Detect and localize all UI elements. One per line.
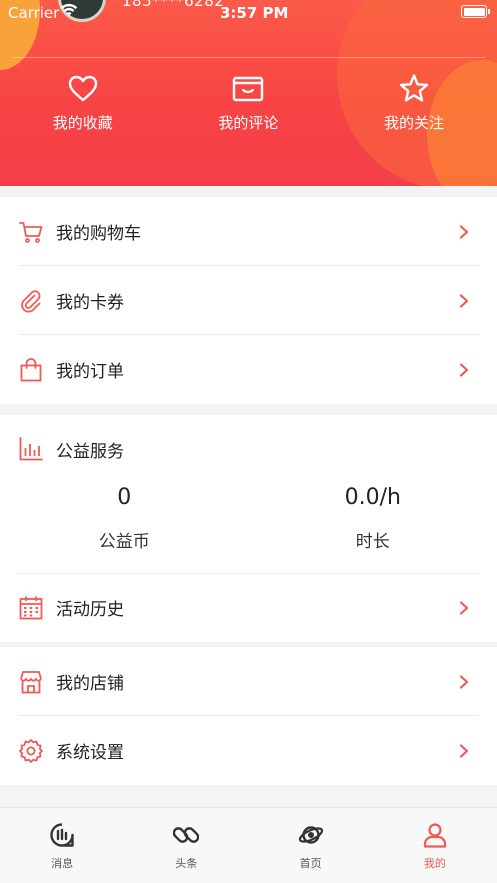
profile-header: Carrier 185****6282 3:57 PM 我的收藏 我的评论 我的… (0, 0, 497, 186)
welfare-stats: 0 公益币 0.0/h 时长 (0, 483, 497, 573)
phone-number: 185****6282 (122, 0, 225, 10)
coin-label: 公益币 (98, 532, 150, 552)
comments-label: 我的评论 (218, 114, 279, 132)
tab-messages[interactable]: 消息 (0, 808, 124, 883)
coin-value: 0 (117, 485, 132, 510)
gear-icon (18, 738, 44, 764)
welfare-title: 公益服务 (56, 441, 124, 462)
chevron-right-icon (459, 293, 469, 308)
link-icon (173, 827, 200, 843)
row-divider (18, 573, 479, 574)
profile-screen: Carrier 185****6282 3:57 PM 我的收藏 我的评论 我的… (0, 0, 497, 883)
chevron-right-icon (459, 600, 469, 615)
tab-profile[interactable]: 我的 (373, 808, 497, 883)
quick-actions: 我的收藏 我的评论 我的关注 (0, 72, 497, 142)
header-divider (12, 57, 485, 58)
tab-label: 消息 (51, 857, 74, 870)
menu-card-settings: 我的店铺 系统设置 (0, 647, 497, 785)
bar-chart-icon (18, 436, 44, 462)
welfare-header: 公益服务 (0, 415, 497, 483)
comment-box-icon (233, 76, 264, 102)
following-button[interactable]: 我的关注 (331, 72, 497, 142)
chevron-right-icon (459, 674, 469, 689)
menu-item-label: 活动历史 (56, 600, 124, 620)
coin-stat[interactable]: 0 公益币 (0, 483, 249, 573)
menu-item-label: 我的店铺 (56, 674, 124, 694)
planet-icon (298, 826, 323, 844)
menu-item-label: 我的订单 (56, 362, 124, 382)
menu-item-label: 系统设置 (56, 743, 124, 763)
shopping-bag-icon (18, 357, 44, 383)
chevron-right-icon (459, 743, 469, 758)
welfare-card: 公益服务 0 公益币 0.0/h 时长 活动历史 (0, 415, 497, 642)
menu-item-cart[interactable]: 我的购物车 (0, 197, 497, 266)
tab-label: 头条 (175, 857, 198, 870)
wifi-icon (60, 3, 78, 21)
message-icon (50, 823, 74, 847)
tab-bar: 消息 头条 首页 我的 (0, 807, 497, 883)
tab-label: 我的 (423, 857, 446, 870)
favorites-label: 我的收藏 (52, 114, 113, 132)
person-icon (423, 823, 446, 848)
comments-button[interactable]: 我的评论 (166, 72, 332, 142)
following-label: 我的关注 (383, 114, 444, 132)
duration-label: 时长 (355, 532, 390, 552)
tab-label: 首页 (299, 857, 322, 870)
menu-item-label: 我的购物车 (56, 224, 141, 244)
menu-item-label: 我的卡券 (56, 293, 124, 313)
paperclip-icon (18, 288, 44, 314)
duration-value: 0.0/h (344, 485, 401, 510)
menu-item-activity-history[interactable]: 活动历史 (0, 573, 497, 642)
store-icon (18, 669, 44, 695)
status-bar: Carrier 185****6282 3:57 PM (0, 0, 497, 26)
tab-home[interactable]: 首页 (249, 808, 373, 883)
menu-item-settings[interactable]: 系统设置 (0, 716, 497, 785)
tab-headlines[interactable]: 头条 (124, 808, 248, 883)
chevron-right-icon (459, 362, 469, 377)
calendar-icon (18, 595, 44, 621)
menu-item-orders[interactable]: 我的订单 (0, 335, 497, 404)
battery-icon (461, 5, 490, 18)
favorites-button[interactable]: 我的收藏 (0, 72, 166, 142)
carrier-label: Carrier (8, 4, 60, 22)
menu-item-coupons[interactable]: 我的卡券 (0, 266, 497, 335)
heart-icon (68, 75, 97, 102)
menu-card-shopping: 我的购物车 我的卡券 我的订单 (0, 197, 497, 404)
duration-stat[interactable]: 0.0/h 时长 (249, 483, 497, 573)
menu-item-store[interactable]: 我的店铺 (0, 647, 497, 716)
cart-icon (18, 219, 44, 245)
chevron-right-icon (459, 224, 469, 239)
star-icon (399, 74, 429, 102)
clock: 3:57 PM (220, 4, 289, 22)
